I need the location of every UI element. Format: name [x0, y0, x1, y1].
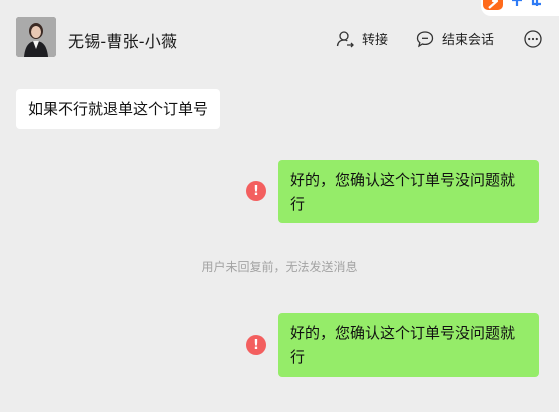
outgoing-message[interactable]: 好的，您确认这个订单号没问题就行	[278, 160, 539, 223]
transfer-label: 转接	[362, 33, 389, 48]
chat-window: 无锡-曹张-小薇 转接 结束会话 如果不行就退单这个订单号 ! 好的，您确认这个…	[0, 0, 559, 412]
corner-badge	[481, 0, 559, 16]
transfer-button[interactable]: 转接	[336, 29, 388, 48]
outgoing-message[interactable]: 好的，您确认这个订单号没问题就行	[278, 313, 539, 377]
incoming-message[interactable]: 如果不行就退单这个订单号	[16, 89, 221, 129]
more-button[interactable]	[523, 29, 543, 53]
chat-bubble-icon	[416, 30, 434, 47]
send-failed-icon[interactable]: !	[246, 335, 266, 355]
corner-badge-graphic-icon	[483, 0, 541, 10]
chat-header: 无锡-曹张-小薇 转接 结束会话	[0, 0, 559, 76]
contact-name: 无锡-曹张-小薇	[68, 32, 178, 51]
user-transfer-icon	[336, 30, 354, 47]
send-failed-icon[interactable]: !	[246, 181, 266, 201]
person-avatar-icon	[16, 17, 56, 57]
avatar[interactable]	[16, 17, 56, 57]
system-note: 用户未回复前，无法发送消息	[201, 260, 358, 274]
end-session-button[interactable]: 结束会话	[416, 29, 494, 48]
more-dots-icon	[524, 30, 542, 48]
end-session-label: 结束会话	[442, 33, 495, 48]
